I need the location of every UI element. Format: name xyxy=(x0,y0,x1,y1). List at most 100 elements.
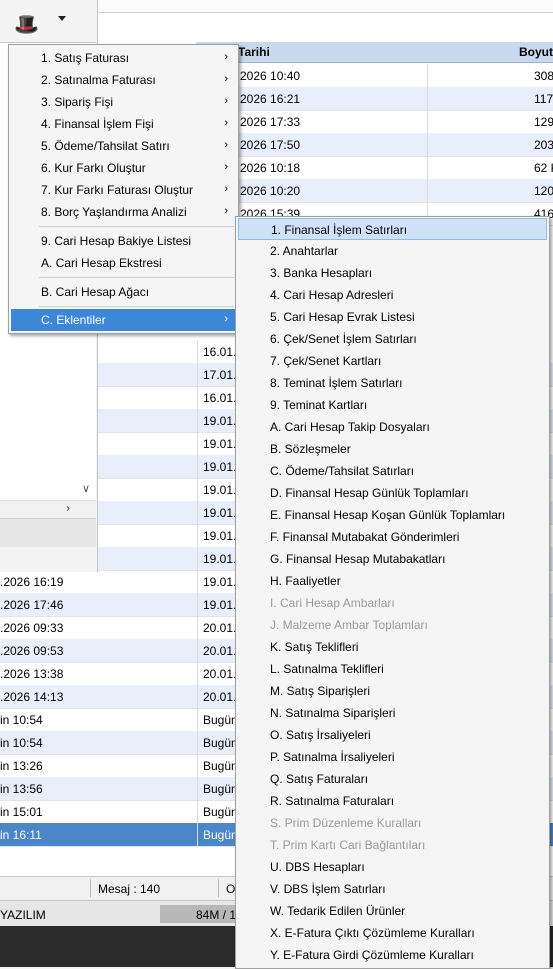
chevron-right-icon[interactable]: › xyxy=(66,501,70,515)
column-divider xyxy=(197,708,198,731)
submenu-item[interactable]: X. E-Fatura Çıktı Çözümleme Kuralları xyxy=(238,922,547,944)
submenu-item[interactable]: U. DBS Hesapları xyxy=(238,856,547,878)
menu-item-exchange-diff-invoice[interactable]: 7. Kur Farkı Faturası Oluştur › xyxy=(11,179,236,201)
cell-date: Bugün xyxy=(203,782,236,796)
column-divider xyxy=(197,593,198,616)
submenu-item[interactable]: 1. Finansal İşlem Satırları xyxy=(238,218,547,240)
cell-date: 20.01. xyxy=(203,621,236,635)
menu-item-label: 6. Kur Farkı Oluştur xyxy=(41,161,146,175)
menu-item-label: R. Satınalma Faturaları xyxy=(270,794,395,808)
submenu-item[interactable]: Q. Satış Faturaları xyxy=(238,768,547,790)
menu-item-purchase-invoice[interactable]: 2. Satınalma Faturası › xyxy=(11,69,236,91)
cell-date: 19.01. xyxy=(203,598,236,612)
submenu-item[interactable]: 5. Cari Hesap Evrak Listesi xyxy=(238,306,547,328)
menu-item-exchange-diff[interactable]: 6. Kur Farkı Oluştur › xyxy=(11,157,236,179)
grid-header: Tarihi Boyut xyxy=(196,42,553,63)
extensions-dropdown-button[interactable]: 🎩 xyxy=(6,4,68,36)
chevron-right-icon: › xyxy=(224,95,228,107)
submenu-item[interactable]: B. Sözleşmeler xyxy=(238,438,547,460)
menu-separator xyxy=(39,277,234,278)
menu-item-label: 1. Finansal İşlem Satırları xyxy=(271,223,408,237)
menu-item-label: L. Satınalma Teklifleri xyxy=(270,662,384,676)
menu-item-label: X. E-Fatura Çıktı Çözümleme Kuralları xyxy=(270,926,475,940)
column-divider xyxy=(427,179,428,202)
column-divider xyxy=(197,616,198,639)
memory-indicator: 84M / 1 xyxy=(160,905,240,923)
menu-item-label: O. Satış İrsaliyeleri xyxy=(270,728,371,742)
submenu-item-disabled: J. Malzeme Ambar Toplamları xyxy=(238,614,547,636)
column-header-size[interactable]: Boyut xyxy=(519,45,553,59)
submenu-item[interactable]: V. DBS İşlem Satırları xyxy=(238,878,547,900)
submenu-item[interactable]: Y. E-Fatura Girdi Çözümleme Kuralları xyxy=(238,944,547,966)
menu-item-payment-line[interactable]: 5. Ödeme/Tahsilat Satırı › xyxy=(11,135,236,157)
status-field: O xyxy=(226,882,236,896)
menu-item-account-tree[interactable]: B. Cari Hesap Ağacı xyxy=(11,281,236,303)
submenu-item[interactable]: A. Cari Hesap Takip Dosyaları xyxy=(238,416,547,438)
submenu-item[interactable]: G. Finansal Hesap Mutabakatları xyxy=(238,548,547,570)
submenu-item[interactable]: E. Finansal Hesap Koşan Günlük Toplamlar… xyxy=(238,504,547,526)
menu-item-label: 1. Satış Faturası xyxy=(41,51,130,65)
menu-separator xyxy=(39,306,234,307)
column-divider xyxy=(197,685,198,708)
menu-item-label: K. Satış Teklifleri xyxy=(270,640,359,654)
memory-label: 84M / 1 xyxy=(196,908,237,922)
horizontal-scrollbar[interactable]: › xyxy=(0,500,96,517)
cell-modified: in 10:54 xyxy=(0,713,43,727)
submenu-item[interactable]: F. Finansal Mutabakat Gönderimleri xyxy=(238,526,547,548)
menu-item-label: 3. Banka Hesapları xyxy=(270,266,373,280)
menu-item-balance-list[interactable]: 9. Cari Hesap Bakiye Listesi xyxy=(11,230,236,252)
column-divider xyxy=(197,547,198,570)
cell-date: 2026 17:33 xyxy=(240,115,301,129)
submenu-item[interactable]: 3. Banka Hesapları xyxy=(238,262,547,284)
submenu-item[interactable]: C. Ödeme/Tahsilat Satırları xyxy=(238,460,547,482)
menu-item-financial-slip[interactable]: 4. Finansal İşlem Fişi › xyxy=(11,113,236,135)
cell-date: Bugün xyxy=(203,805,236,819)
chevron-right-icon: › xyxy=(224,117,228,129)
submenu-item[interactable]: P. Satınalma İrsaliyeleri xyxy=(238,746,547,768)
submenu-item[interactable]: H. Faaliyetler xyxy=(238,570,547,592)
column-divider xyxy=(197,363,198,386)
menu-item-label: 4. Cari Hesap Adresleri xyxy=(270,288,394,302)
column-divider xyxy=(427,156,428,179)
column-divider xyxy=(197,340,198,363)
menu-item-order-slip[interactable]: 3. Sipariş Fişi › xyxy=(11,91,236,113)
menu-item-label: I. Cari Hesap Ambarları xyxy=(270,596,395,610)
menu-item-label: J. Malzeme Ambar Toplamları xyxy=(270,618,428,632)
menu-item-label: 7. Kur Farkı Faturası Oluştur xyxy=(41,183,194,197)
submenu-item[interactable]: N. Satınalma Siparişleri xyxy=(238,702,547,724)
submenu-item[interactable]: O. Satış İrsaliyeleri xyxy=(238,724,547,746)
submenu-item[interactable]: L. Satınalma Teklifleri xyxy=(238,658,547,680)
menu-item-debt-aging[interactable]: 8. Borç Yaşlandırma Analizi › xyxy=(11,201,236,223)
submenu-item[interactable]: 9. Teminat Kartları xyxy=(238,394,547,416)
submenu-item[interactable]: R. Satınalma Faturaları xyxy=(238,790,547,812)
column-divider xyxy=(197,662,198,685)
submenu-item[interactable]: D. Finansal Hesap Günlük Toplamları xyxy=(238,482,547,504)
submenu-item[interactable]: 8. Teminat İşlem Satırları xyxy=(238,372,547,394)
cell-modified: .2026 09:33 xyxy=(0,621,64,635)
submenu-item[interactable]: 4. Cari Hesap Adresleri xyxy=(238,284,547,306)
column-divider xyxy=(197,432,198,455)
menu-item-label: N. Satınalma Siparişleri xyxy=(270,706,396,720)
status-divider xyxy=(90,879,91,897)
column-divider xyxy=(197,570,198,593)
cell-date: 19.01. xyxy=(203,575,236,589)
column-divider xyxy=(427,110,428,133)
menu-item-extensions[interactable]: C. Eklentiler › xyxy=(11,309,236,331)
menu-item-account-statement[interactable]: A. Cari Hesap Ekstresi xyxy=(11,252,236,274)
cell-modified: .2026 09:53 xyxy=(0,644,64,658)
column-header-date[interactable]: Tarihi xyxy=(238,45,270,59)
submenu-item[interactable]: 6. Çek/Senet İşlem Satırları xyxy=(238,328,547,350)
cell-date: 19.01. xyxy=(203,483,236,497)
submenu-item[interactable]: 7. Çek/Senet Kartları xyxy=(238,350,547,372)
column-divider xyxy=(197,478,198,501)
submenu-item[interactable]: W. Tedarik Edilen Ürünler xyxy=(238,900,547,922)
submenu-item[interactable]: 2. Anahtarlar xyxy=(238,240,547,262)
column-divider xyxy=(427,133,428,156)
context-menu: 1. Satış Faturası › 2. Satınalma Faturası… xyxy=(8,44,239,334)
menu-item-label: 2. Satınalma Faturası xyxy=(41,73,156,87)
chevron-down-icon[interactable]: ∨ xyxy=(82,482,90,495)
menu-item-label: A. Cari Hesap Takip Dosyaları xyxy=(270,420,430,434)
menu-item-sales-invoice[interactable]: 1. Satış Faturası › xyxy=(11,47,236,69)
submenu-item[interactable]: K. Satış Teklifleri xyxy=(238,636,547,658)
submenu-item[interactable]: M. Satış Siparişleri xyxy=(238,680,547,702)
